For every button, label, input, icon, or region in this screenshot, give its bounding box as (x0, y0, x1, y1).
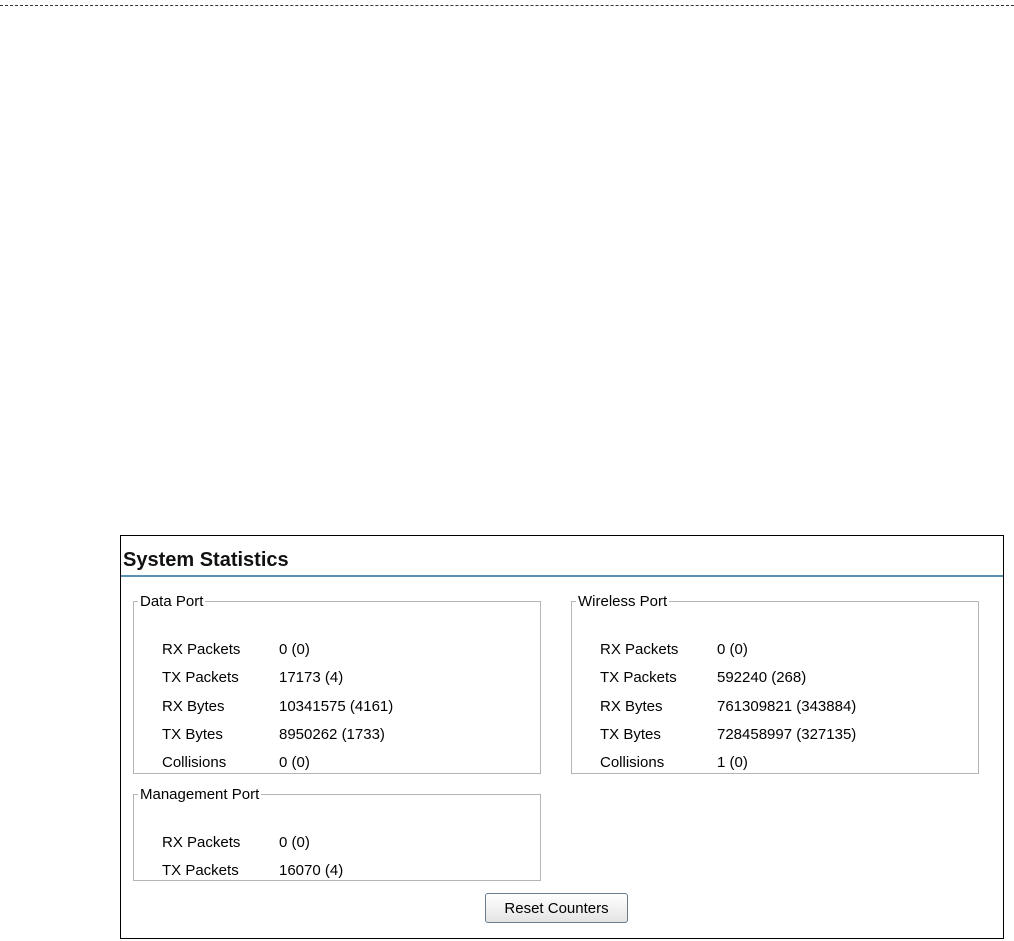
stat-label: RX Packets (162, 834, 241, 851)
stat-value: 0 (0) (279, 834, 310, 851)
management-port-group: Management Port RX Packets 0 (0) TX Pack… (133, 786, 541, 881)
title-underline (121, 575, 1003, 577)
stat-label: Collisions (162, 754, 227, 771)
stat-label: RX Packets (600, 641, 679, 658)
stat-value: 17173 (4) (279, 669, 344, 686)
stat-label: RX Bytes (162, 698, 225, 715)
stat-value: 0 (0) (717, 641, 748, 658)
stat-label: TX Packets (600, 669, 677, 686)
stat-label: TX Packets (162, 862, 239, 879)
panel-title: System Statistics (123, 549, 289, 571)
stat-value: 10341575 (4161) (279, 698, 394, 715)
stat-label: TX Bytes (600, 726, 661, 743)
stat-value: 592240 (268) (717, 669, 807, 686)
stat-value: 0 (0) (279, 754, 310, 771)
wireless-port-legend: Wireless Port (578, 593, 668, 610)
management-port-legend: Management Port (140, 786, 260, 803)
stat-value: 1 (0) (717, 754, 748, 771)
stat-value: 761309821 (343884) (717, 698, 857, 715)
data-port-legend: Data Port (140, 593, 204, 610)
stat-label: RX Packets (162, 641, 241, 658)
reset-counters-button[interactable]: Reset Counters (485, 893, 628, 923)
wireless-port-group: Wireless Port RX Packets 0 (0) TX Packet… (571, 593, 979, 774)
stat-value: 8950262 (1733) (279, 726, 385, 743)
stat-label: Collisions (600, 754, 665, 771)
top-dashed-divider (0, 5, 1014, 6)
stat-label: TX Bytes (162, 726, 223, 743)
data-port-group: Data Port RX Packets 0 (0) TX Packets 17… (133, 593, 541, 774)
system-statistics-panel: System Statistics Data Port RX Packets 0… (120, 535, 1004, 939)
stat-value: 16070 (4) (279, 862, 344, 879)
stat-label: TX Packets (162, 669, 239, 686)
stat-value: 728458997 (327135) (717, 726, 857, 743)
stat-value: 0 (0) (279, 641, 310, 658)
stat-label: RX Bytes (600, 698, 663, 715)
